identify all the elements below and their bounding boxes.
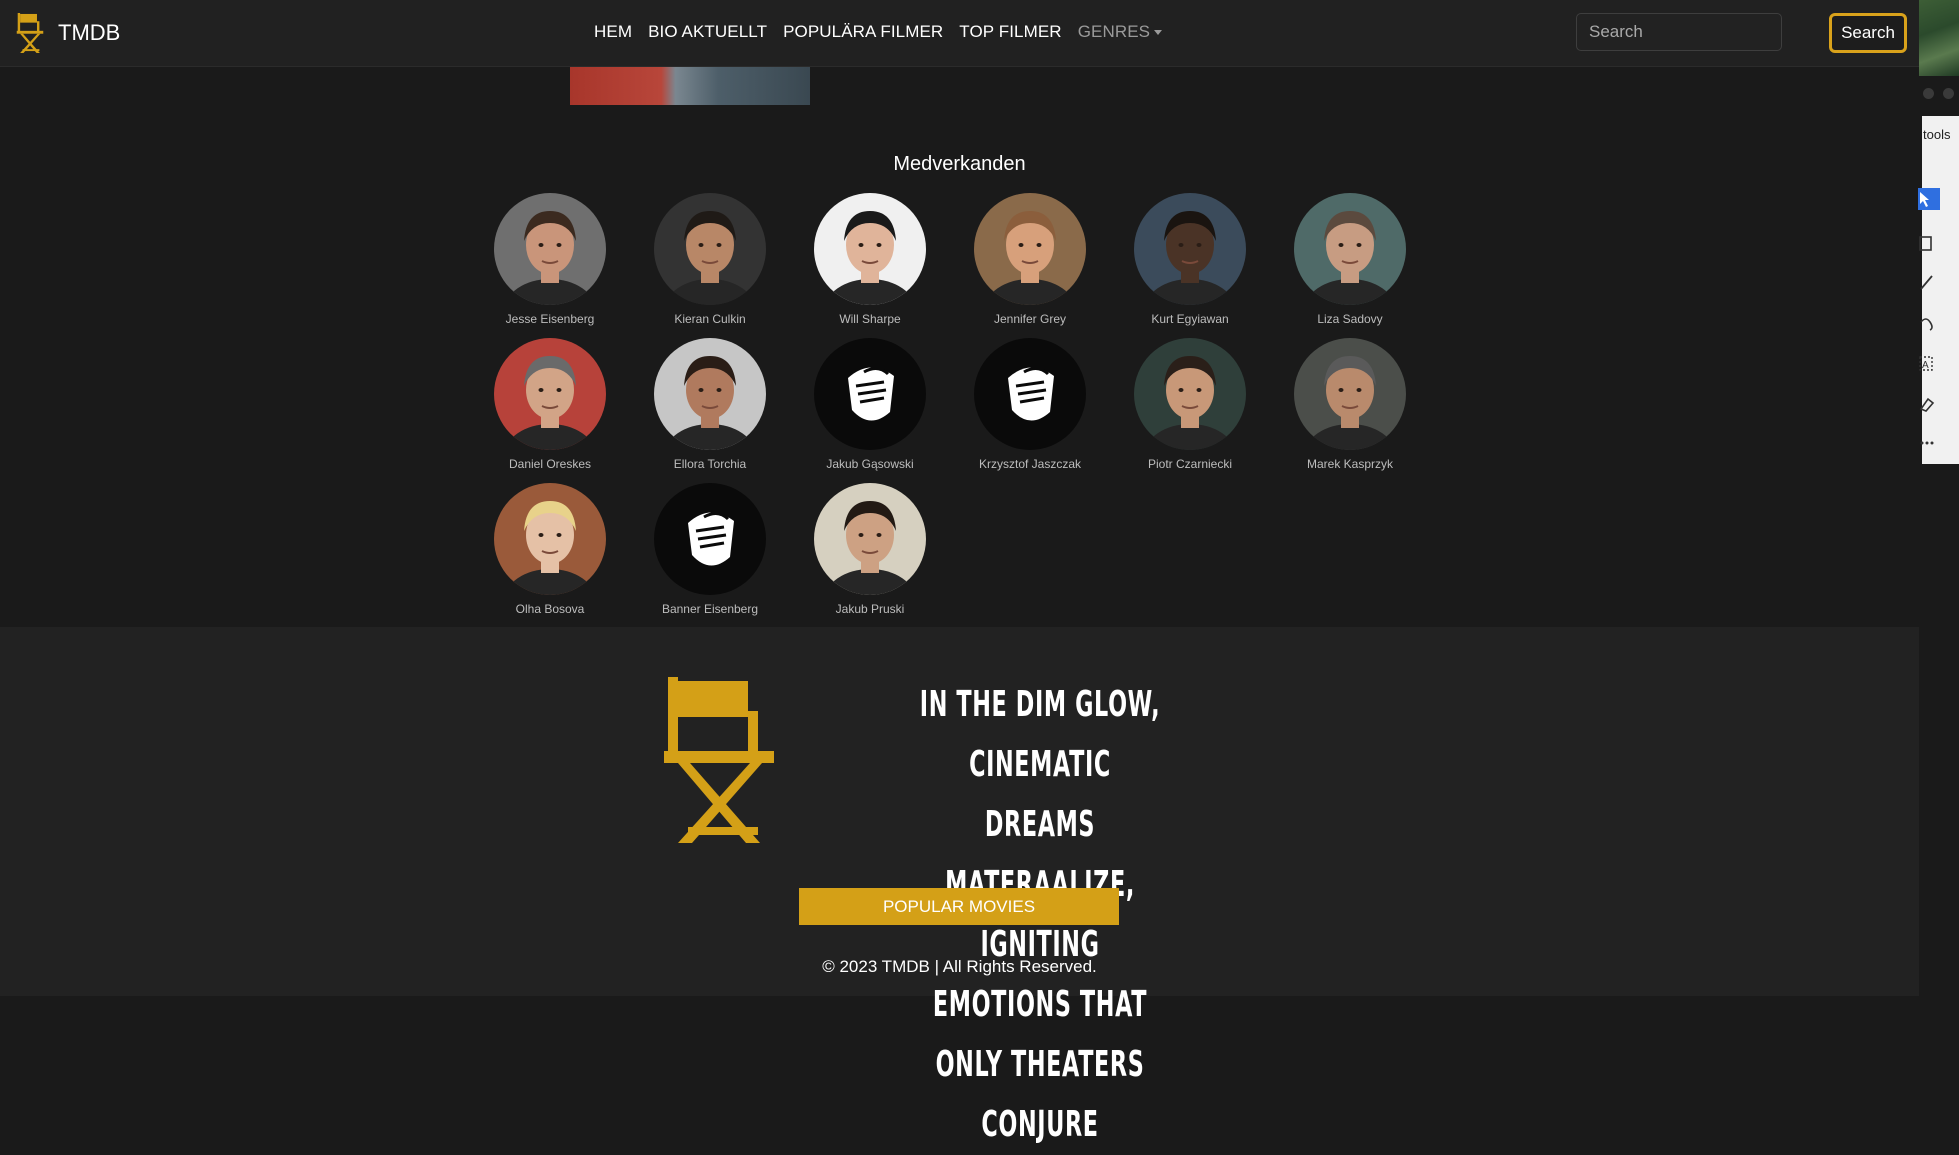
cast-photo: [814, 483, 926, 595]
cast-card[interactable]: Krzysztof Jaszczak: [970, 338, 1090, 471]
cast-photo: [494, 193, 606, 305]
cast-photo: [654, 338, 766, 450]
cast-card[interactable]: Banner Eisenberg: [650, 483, 770, 616]
cast-card[interactable]: Jesse Eisenberg: [490, 193, 610, 326]
cast-title: Medverkanden: [893, 153, 1026, 175]
tagline-line: MATERAALIZE, IGNITING EMOTIONS THAT: [932, 864, 1148, 1025]
pen-tool-icon[interactable]: [1918, 272, 1940, 294]
footer: IN THE DIM GLOW, CINEMATIC DREAMS MATERA…: [0, 627, 1919, 1145]
cast-card[interactable]: Kieran Culkin: [650, 193, 770, 326]
cast-card[interactable]: Kurt Egyiawan: [1130, 193, 1250, 326]
main-nav: HEM BIO AKTUELLT POPULÄRA FILMER TOP FIL…: [594, 22, 1163, 42]
cast-name: Jennifer Grey: [993, 312, 1067, 326]
window-dot[interactable]: [1923, 88, 1934, 99]
search-input[interactable]: [1576, 13, 1782, 51]
copyright: © 2023 TMDB | All Rights Reserved.: [822, 957, 1097, 976]
draw-tool-icon[interactable]: [1918, 314, 1940, 336]
nav-genres-label: GENRES: [1077, 22, 1151, 41]
cast-photo: [814, 193, 926, 305]
svg-text:A: A: [1922, 360, 1929, 371]
pointer-tool-icon[interactable]: [1918, 188, 1940, 210]
nav-genres-dropdown[interactable]: GENRES: [1077, 22, 1163, 42]
cast-card[interactable]: Olha Bosova: [490, 483, 610, 616]
window-dot[interactable]: [1943, 88, 1954, 99]
placeholder-avatar-icon: [814, 338, 926, 450]
placeholder-avatar-icon: [654, 483, 766, 595]
nav-populara-filmer[interactable]: POPULÄRA FILMER: [783, 22, 943, 42]
sign-tool-icon[interactable]: [1918, 394, 1940, 416]
cast-card[interactable]: Jennifer Grey: [970, 193, 1090, 326]
cast-name: Jakub Pruski: [835, 602, 905, 616]
tools-label: tools: [1923, 127, 1951, 142]
cast-name: Krzysztof Jaszczak: [978, 457, 1082, 471]
more-icon[interactable]: [1918, 432, 1940, 454]
brand-name: TMDB: [58, 20, 121, 45]
cast-photo: [1134, 338, 1246, 450]
cast-name: Jesse Eisenberg: [505, 312, 595, 326]
website: TMDB HEM BIO AKTUELLT POPULÄRA FILMER TO…: [0, 0, 1919, 1145]
movie-poster: [570, 66, 810, 105]
cast-card[interactable]: Marek Kasprzyk: [1290, 338, 1410, 471]
cast-name: Jakub Gąsowski: [826, 457, 914, 471]
director-chair-logo-icon: [664, 677, 774, 843]
cast-name: Marek Kasprzyk: [1306, 457, 1394, 471]
cast-card[interactable]: Ellora Torchia: [650, 338, 770, 471]
popular-movies-button[interactable]: POPULAR MOVIES: [799, 888, 1119, 925]
nav-top-filmer[interactable]: TOP FILMER: [959, 22, 1061, 42]
cast-name: Olha Bosova: [515, 602, 585, 616]
cast-card[interactable]: Jakub Gąsowski: [810, 338, 930, 471]
cast-name: Will Sharpe: [839, 312, 901, 326]
chevron-down-icon: [1154, 30, 1163, 36]
tagline-line: ONLY THEATERS CONJURE: [935, 1044, 1145, 1145]
cast-photo: [654, 193, 766, 305]
cast-name: Kieran Culkin: [674, 312, 746, 326]
tagline-line: IN THE DIM GLOW, CINEMATIC DREAMS: [919, 684, 1161, 845]
director-chair-logo-icon: [16, 13, 44, 53]
select-tool-icon[interactable]: [1918, 234, 1940, 256]
nav-home[interactable]: HEM: [594, 22, 632, 42]
cast-photo: [1134, 193, 1246, 305]
window-controls: [1921, 86, 1959, 100]
cast-photo: [1294, 193, 1406, 305]
cast-photo: [494, 338, 606, 450]
cast-name: Banner Eisenberg: [661, 602, 759, 616]
cast-name: Kurt Egyiawan: [1151, 312, 1229, 326]
cast-photo: [974, 193, 1086, 305]
navbar: TMDB HEM BIO AKTUELLT POPULÄRA FILMER TO…: [0, 0, 1919, 67]
cast-card[interactable]: Liza Sadovy: [1290, 193, 1410, 326]
text-tool-icon[interactable]: A: [1918, 354, 1940, 376]
cast-name: Ellora Torchia: [673, 457, 747, 471]
cast-card[interactable]: Daniel Oreskes: [490, 338, 610, 471]
cast-photo: [1294, 338, 1406, 450]
cast-card[interactable]: Jakub Pruski: [810, 483, 930, 616]
placeholder-avatar-icon: [974, 338, 1086, 450]
cast-name: Piotr Czarniecki: [1147, 457, 1233, 471]
brand[interactable]: TMDB: [14, 13, 120, 53]
cast-card[interactable]: Will Sharpe: [810, 193, 930, 326]
nav-bio-aktuellt[interactable]: BIO AKTUELLT: [648, 22, 767, 42]
search-button[interactable]: Search: [1829, 13, 1907, 53]
side-thumbnail: [1919, 0, 1959, 76]
cast-photo: [494, 483, 606, 595]
cast-name: Liza Sadovy: [1317, 312, 1383, 326]
cast-card[interactable]: Piotr Czarniecki: [1130, 338, 1250, 471]
cast-name: Daniel Oreskes: [508, 457, 592, 471]
